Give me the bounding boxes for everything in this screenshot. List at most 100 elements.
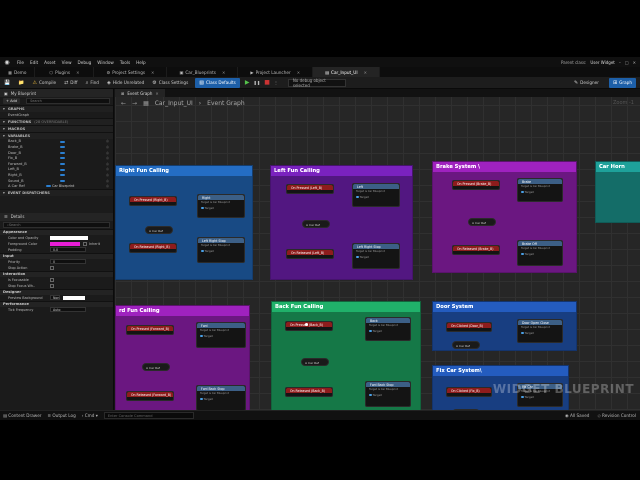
play-icon[interactable]: ▶ [243,79,252,86]
comment-title[interactable]: Brake System \ [433,162,576,172]
compile-button[interactable]: ⚠ Compile [28,78,60,88]
event-node[interactable]: On Pressed (Brake_B) [452,180,500,190]
target-pin[interactable]: Target [198,205,244,211]
breadcrumb-graph[interactable]: Event Graph [207,100,245,107]
target-pin[interactable]: Target [198,248,244,254]
variable-get-node[interactable]: A Car Ref [468,218,496,226]
more-options-icon[interactable]: ⋮ [272,80,280,85]
magenta-swatch[interactable] [50,241,80,247]
variables-section[interactable]: ▾ VARIABLES [0,131,113,139]
menu-asset[interactable]: Asset [41,60,58,65]
variable-get-node[interactable]: A Car Ref [142,363,170,371]
visibility-eye-icon[interactable]: ◎ [106,184,109,188]
preview-swatch[interactable] [63,295,85,301]
comment-title[interactable]: Right Fun Calling [116,166,252,176]
revision-control-button[interactable]: ◇ Revision Control [597,413,636,418]
event-graph-canvas[interactable]: ⊞ Event Graph ✕ ← → ▦ Car_Input_UI › Event… [115,89,640,410]
comment-title[interactable]: Car Horn [596,162,640,172]
event-node[interactable]: On Pressed (Back_B) [285,321,333,331]
event-node[interactable]: On Pressed (Right_B) [129,196,177,206]
arrow-right-icon[interactable]: → [132,100,137,107]
output-log-button[interactable]: ≡ Output Log [48,413,76,418]
variable-get-node[interactable]: A Car Ref [302,220,330,228]
arrow-left-icon[interactable]: ← [121,100,126,107]
event-node[interactable]: On Pressed (Forward_B) [126,325,174,335]
menu-tools[interactable]: Tools [117,60,133,65]
function-call-node[interactable]: Brake Off Target is Car Blueprint Target [517,240,563,266]
menu-window[interactable]: Window [94,60,117,65]
visibility-eye-icon[interactable]: ◎ [106,139,109,143]
grid-icon[interactable]: ▦ [143,100,149,107]
menu-help[interactable]: Help [133,60,149,65]
comment-box-horn[interactable]: Car Horn [595,161,640,223]
tab-project-launcher[interactable]: ▶ Project Launcher ✕ [238,67,314,77]
stop-focus-checkbox[interactable] [50,283,54,288]
event-node[interactable]: On Released (Right_B) [129,243,177,253]
console-command-input[interactable]: Enter Console Command [103,412,194,419]
target-pin[interactable]: Target [197,333,245,339]
foreground-color-swatch[interactable]: Inherit [50,241,100,247]
class-settings-button[interactable]: ⚙ Class Settings [148,78,192,88]
comment-title[interactable]: Left Fun Calling [271,166,412,176]
event-dispatchers-section[interactable]: ▾ EVENT DISPATCHERS [0,188,113,196]
save-button[interactable]: 💾 [0,78,14,88]
macros-section[interactable]: ▾ MACROS [0,124,113,132]
stop-icon[interactable]: ■ [262,79,272,86]
target-pin[interactable]: Target [366,392,410,398]
tick-frequency-dropdown[interactable]: Auto [50,307,86,313]
functions-section[interactable]: ▾ FUNCTIONS (28 OVERRIDABLE) [0,117,113,125]
function-call-node[interactable]: Back Target is Car Blueprint Target [365,317,411,341]
visibility-eye-icon[interactable]: ◎ [106,145,109,149]
target-pin[interactable]: Target [197,396,245,402]
close-tab-icon[interactable]: ✕ [364,70,367,75]
is-focusable-checkbox[interactable] [50,277,54,282]
function-call-node[interactable]: Fwd Target is Car Blueprint Target [196,322,246,348]
tab-demo[interactable]: ▦ Demo [0,67,36,77]
function-call-node[interactable]: Fwd Back Stop Target is Car Blueprint Targ… [365,381,411,407]
designer-button[interactable]: ✎ Designer [570,78,603,88]
event-node[interactable]: On Released (Forward_B) [126,391,174,401]
menu-view[interactable]: View [59,60,75,65]
visibility-eye-icon[interactable]: ◎ [106,156,109,160]
target-pin[interactable]: Target [353,254,399,260]
inherit-checkbox[interactable] [83,241,87,246]
preview-background-input[interactable]: Non [50,295,60,301]
close-tab-icon[interactable]: ✕ [222,70,225,75]
graphs-section[interactable]: ▾ GRAPHS [0,105,113,112]
close-tab-icon[interactable]: ✕ [155,91,158,96]
parent-class-value[interactable]: User Widget [590,60,614,65]
menu-debug[interactable]: Debug [75,60,95,65]
function-call-node[interactable]: Right Target is Car Blueprint Target [197,194,245,218]
close-icon[interactable]: ✕ [633,60,636,65]
find-button[interactable]: ⌕ Find [82,78,103,88]
event-graph-item[interactable]: EventGraph [0,112,113,118]
maximize-icon[interactable]: □ [625,60,629,65]
priority-input[interactable]: 0 [50,259,86,265]
function-call-node[interactable]: Left Right Stop Target is Car Blueprint Ta… [352,243,400,269]
function-call-node[interactable]: Fwd Back Stop Target is Car Blueprint Targ… [196,385,246,410]
hide-unrelated-button[interactable]: ◈ Hide Unrelated [103,78,148,88]
function-call-node[interactable]: Left Target is Car Blueprint Target [352,183,400,207]
tab-project-settings[interactable]: ⚙ Project Settings ✕ [94,67,168,77]
variable-get-node[interactable]: A Car Ref [301,358,329,366]
event-node[interactable]: On Clicked (Door_B) [446,322,492,332]
target-pin[interactable]: Target [518,330,562,336]
function-call-node[interactable]: Brake Target is Car Blueprint Target [517,178,563,202]
close-tab-icon[interactable]: ✕ [151,70,154,75]
white-swatch[interactable] [50,235,88,241]
stop-action-checkbox[interactable] [50,265,54,270]
browse-button[interactable]: 📁 [14,78,28,88]
event-node[interactable]: On Released (Back_B) [285,387,333,397]
comment-title[interactable]: Fix Car System\ [433,366,568,376]
event-node[interactable]: On Pressed (Left_B) [286,184,334,194]
add-button[interactable]: + Add [3,98,21,104]
graph-button[interactable]: ⊞ Graph [608,77,636,88]
diff-button[interactable]: ⇄ Diff [60,78,81,88]
cmd-dropdown[interactable]: › Cmd ▾ [82,413,98,418]
target-pin[interactable]: Target [518,251,562,257]
padding-input[interactable]: 0.0 [50,247,86,253]
tab-car-blueprints[interactable]: ▣ Car_Blueprints ✕ [167,67,239,77]
event-node[interactable]: On Released (Left_B) [286,249,334,259]
target-pin[interactable]: Target [518,189,562,195]
my-blueprint-search[interactable]: Search [26,98,110,104]
